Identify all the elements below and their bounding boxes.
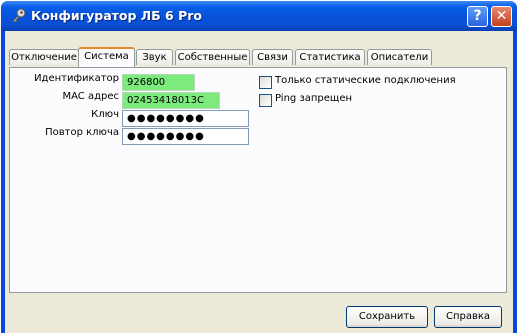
save-button[interactable]: Сохранить <box>346 306 428 328</box>
tab-svyazi[interactable]: Связи <box>252 49 293 65</box>
key-icon <box>12 8 26 23</box>
ping-denied-checkbox[interactable] <box>259 94 272 107</box>
tab-otklyuchenie[interactable]: Отключение <box>9 49 79 65</box>
static-only-label[interactable]: Только статические подключения <box>275 75 456 86</box>
title-bar[interactable]: Конфигуратор ЛБ 6 Pro ? ✕ <box>1 1 517 31</box>
mac-field[interactable]: 02453418013C <box>122 92 220 109</box>
identifier-field[interactable]: 926800 <box>122 74 195 91</box>
tab-statistika[interactable]: Статистика <box>295 49 365 65</box>
key-repeat-label: Повтор ключа <box>45 127 119 138</box>
help-button[interactable]: Справка <box>434 306 502 328</box>
window-title: Конфигуратор ЛБ 6 Pro <box>31 8 203 23</box>
ping-denied-label[interactable]: Ping запрещен <box>275 93 352 104</box>
close-button[interactable]: ✕ <box>491 6 512 27</box>
key-field[interactable]: ●●●●●●●● <box>122 110 249 127</box>
identifier-label: Идентификатор <box>34 73 119 84</box>
tab-sistema[interactable]: Система <box>78 47 135 67</box>
static-only-checkbox[interactable] <box>259 76 272 89</box>
tab-panel-sistema: Идентификатор 926800 MAC адрес 024534180… <box>9 67 507 293</box>
tab-sobstvennye[interactable]: Собственные <box>175 49 250 65</box>
config-window: Конфигуратор ЛБ 6 Pro ? ✕ Отключение Сис… <box>1 1 517 333</box>
dialog-body: Отключение Система Звук Собственные Связ… <box>5 31 513 333</box>
help-title-button[interactable]: ? <box>467 6 488 27</box>
key-label: Ключ <box>91 109 119 120</box>
tab-opisateli[interactable]: Описатели <box>367 49 432 65</box>
key-repeat-field[interactable]: ●●●●●●●● <box>122 128 249 145</box>
tab-zvuk[interactable]: Звук <box>136 49 173 65</box>
mac-label: MAC адрес <box>62 91 120 102</box>
